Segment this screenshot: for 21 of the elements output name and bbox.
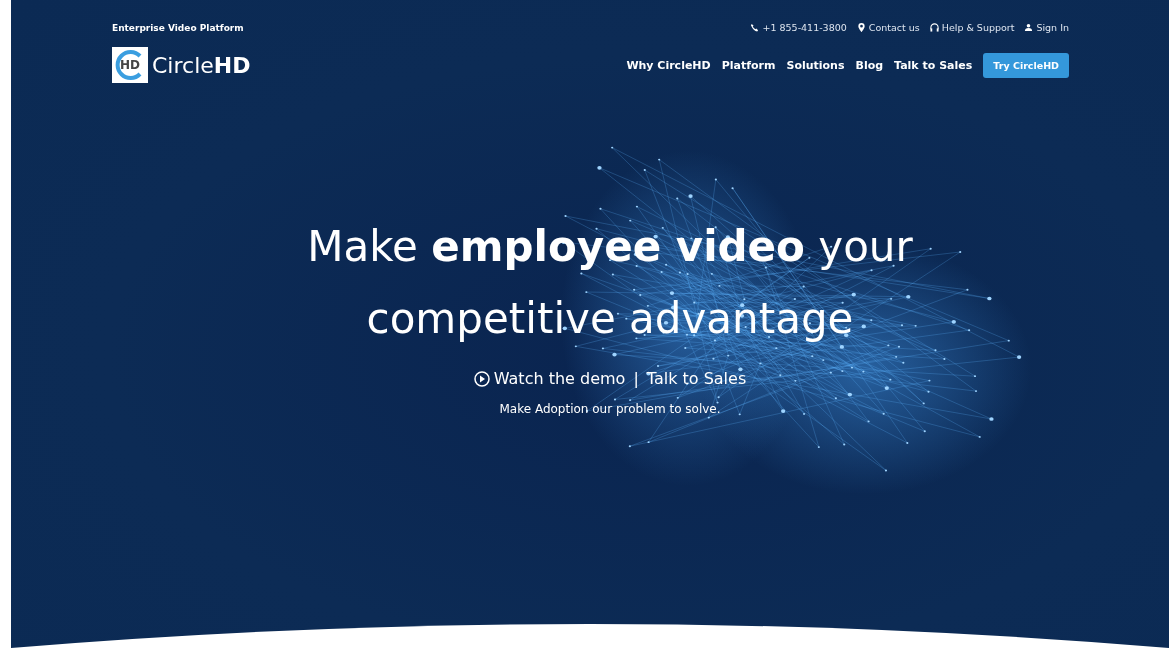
location-pin-icon [856,23,866,32]
play-icon [473,370,490,387]
nav-link[interactable]: Why CircleHD [626,58,711,72]
pin-link[interactable]: Contact us [856,22,920,33]
headset-icon [929,23,939,32]
hero-tagline: Make Adoption our problem to solve. [499,402,721,416]
separator: | [633,369,639,388]
user-link[interactable]: Sign In [1024,22,1069,33]
nav-link[interactable]: Platform [721,58,776,72]
tagline: Enterprise Video Platform [112,22,244,33]
talk-to-sales-link[interactable]: Talk to Sales [646,369,747,388]
phone-icon [750,23,760,32]
nav-link[interactable]: Solutions [786,58,845,72]
phone-link[interactable]: +1 855-411-3800 [750,22,847,33]
nav-link[interactable]: Talk to Sales [894,58,973,72]
nav-link[interactable]: Blog [855,58,884,72]
logo[interactable]: HD CircleHD [112,47,251,83]
headset-link[interactable]: Help & Support [929,22,1015,33]
user-icon [1024,23,1034,32]
hero-headline: Make employee video your competitive advantage [306,221,914,345]
watch-demo-link[interactable]: Watch the demo [473,369,626,388]
